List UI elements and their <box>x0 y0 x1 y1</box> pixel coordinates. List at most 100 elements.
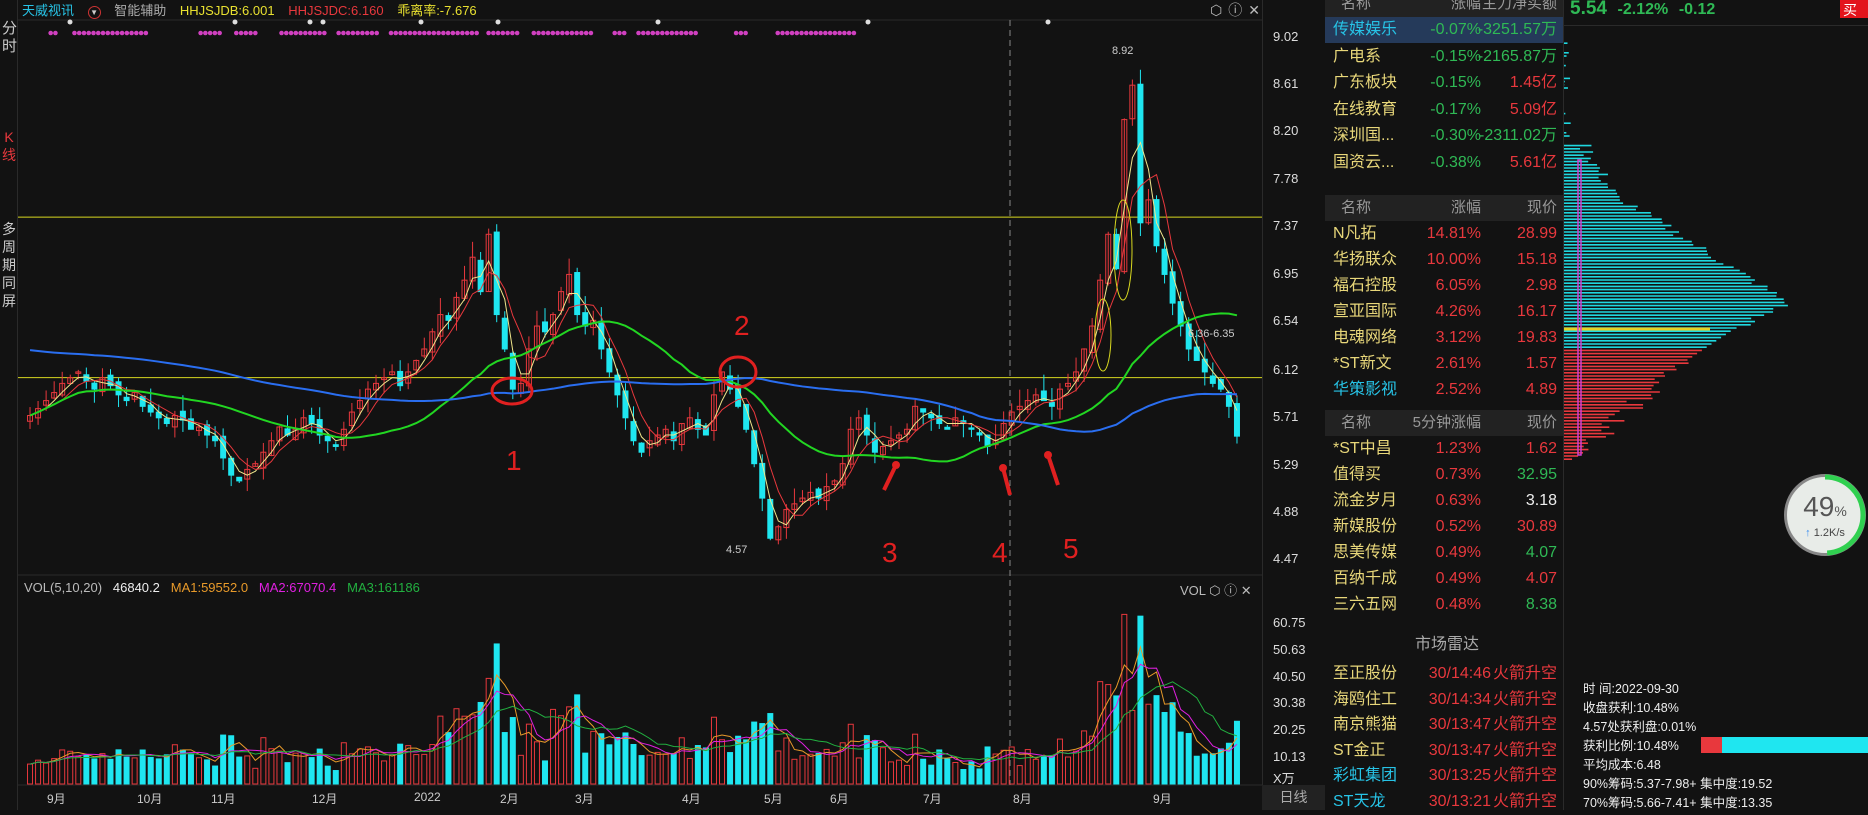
period-button[interactable]: 日线 <box>1262 785 1325 810</box>
signal-dot <box>550 30 556 36</box>
stock-price: 28.99 <box>1516 225 1557 242</box>
signal-dot <box>293 30 299 36</box>
sector-row[interactable]: 广电系 -0.15% -2165.87万 <box>1325 44 1563 70</box>
volume-tick: 20.25 <box>1273 722 1306 738</box>
stock-name: 宣亚国际 <box>1333 303 1398 320</box>
stock-price: 4.89 <box>1525 381 1557 398</box>
volume-bar <box>324 765 331 785</box>
volume-bar <box>646 754 653 785</box>
signal-dot <box>674 30 679 36</box>
signal-dot <box>393 30 399 36</box>
tab-fenshi[interactable]: 分时 <box>2 20 17 56</box>
annotation-number: 3 <box>882 537 898 568</box>
five-min-row[interactable]: 新媒股份 0.52% 30.89 <box>1325 514 1563 540</box>
price-axis: 9.02 8.61 8.20 7.78 7.37 6.95 6.54 6.12 5.71 5.29… <box>1262 0 1325 786</box>
gainer-row[interactable]: N凡拓 14.81% 28.99 <box>1325 221 1563 247</box>
five-min-row[interactable]: 值得买 0.73% 32.95 <box>1325 462 1563 488</box>
five-min-row[interactable]: 三六五网 0.48% 8.38 <box>1325 592 1563 618</box>
speed-widget[interactable]: 49% ↑ 1.2K/s <box>1784 474 1866 556</box>
gainer-row[interactable]: 宣亚国际 4.26% 16.17 <box>1325 299 1563 325</box>
sector-row[interactable]: 深圳国... -0.30% -2311.02万 <box>1325 123 1563 149</box>
volume-bar <box>582 752 589 785</box>
signal-dot <box>345 30 351 36</box>
help-icon[interactable]: ⓘ <box>1224 583 1237 598</box>
five-min-row[interactable]: 百纳千成 0.49% 4.07 <box>1325 566 1563 592</box>
volume-bar <box>1201 753 1208 785</box>
radar-row[interactable]: 南京熊猫 30/13:47 火箭升空 <box>1325 712 1563 738</box>
stock-price: 30.89 <box>1516 518 1557 535</box>
volume-bar <box>960 768 967 785</box>
chip-70: 70%筹码:5.66-7.41+ 集中度:13.35 <box>1583 796 1773 810</box>
settings-icon[interactable]: ⬡ <box>1209 583 1220 598</box>
volume-bar <box>276 750 283 785</box>
sector-name: 深圳国... <box>1333 127 1395 144</box>
stock-name: 海鸥住工 <box>1333 690 1398 708</box>
widget-percent: 49% <box>1803 491 1847 522</box>
signal-dot <box>804 30 809 36</box>
signal-dot <box>733 30 739 36</box>
volume-bar <box>107 758 114 785</box>
ma10-line <box>29 173 1238 516</box>
tab-kline[interactable]: K线 <box>2 128 16 164</box>
stock-change: 2.61% <box>1435 355 1481 372</box>
signal-dot <box>115 30 120 36</box>
radar-row[interactable]: 至正股份 30/14:46 火箭升空 <box>1325 661 1563 687</box>
radar-row[interactable]: ST天龙 30/13:21 火箭升空 <box>1325 789 1563 815</box>
sector-name: 广电系 <box>1333 47 1382 65</box>
chip-profit-at: 4.57处获利盘:0.01% <box>1583 720 1697 734</box>
signal-dot <box>253 30 258 36</box>
sector-change: -0.30% <box>1430 127 1481 144</box>
sector-row[interactable]: 国资云... -0.38% 5.61亿 <box>1325 150 1563 176</box>
stock-price: 1.62 <box>1525 440 1557 457</box>
close-icon[interactable]: ✕ <box>1241 583 1252 598</box>
volume-tick: 10.13 <box>1273 749 1306 765</box>
volume-bar <box>622 732 629 785</box>
candle <box>630 421 637 442</box>
sector-flow: 1.45亿 <box>1509 74 1557 91</box>
stock-name: 三六五网 <box>1333 596 1398 613</box>
signal-dot <box>422 30 427 36</box>
volume-bar <box>195 757 202 785</box>
volume-bar <box>775 750 782 785</box>
signal-dot <box>238 30 244 36</box>
kline-chart[interactable]: 1 2 3 4 5 8.92 4.57 6.36-6.35 <box>18 0 1262 810</box>
signal-dot <box>545 30 551 36</box>
volume-bar <box>244 755 251 785</box>
signal-dot <box>474 30 479 36</box>
gainer-row[interactable]: 电魂网络 3.12% 19.83 <box>1325 325 1563 351</box>
radar-row[interactable]: 海鸥住工 30/14:34 火箭升空 <box>1325 687 1563 713</box>
tab-multi-period[interactable]: 多周期同屏 <box>2 220 16 310</box>
volume-bar <box>654 751 661 785</box>
gainer-row[interactable]: 华策影视 2.52% 4.89 <box>1325 377 1563 403</box>
sector-row[interactable]: 传媒娱乐 -0.07% -3251.57万 <box>1325 17 1563 43</box>
sector-row[interactable]: 广东板块 -0.15% 1.45亿 <box>1325 70 1563 96</box>
sector-row[interactable]: 在线教育 -0.17% 5.09亿 <box>1325 97 1563 123</box>
signal-dot <box>388 30 394 36</box>
volume-bar <box>1161 711 1168 785</box>
radar-row[interactable]: ST金正 30/13:47 火箭升空 <box>1325 738 1563 764</box>
radar-row[interactable]: 彩虹集团 30/13:25 火箭升空 <box>1325 763 1563 789</box>
signal-dot <box>303 30 308 36</box>
gainer-row[interactable]: 福石控股 6.05% 2.98 <box>1325 273 1563 299</box>
left-tab-strip: 分时 K线 多周期同屏 <box>0 0 18 810</box>
signal-dot <box>129 30 134 36</box>
volume-bar <box>1016 765 1023 785</box>
volume-bar <box>694 745 701 785</box>
volume-bar <box>710 716 717 785</box>
candle <box>139 395 146 407</box>
signal-star <box>865 19 871 25</box>
list-header: 名称 涨幅 现价 <box>1325 195 1563 221</box>
gainer-row[interactable]: *ST新文 2.61% 1.57 <box>1325 351 1563 377</box>
five-min-row[interactable]: 流金岁月 0.63% 3.18 <box>1325 488 1563 514</box>
date-label: 6月 <box>830 792 849 806</box>
volume-bar <box>123 756 130 785</box>
five-min-row[interactable]: 思美传媒 0.49% 4.07 <box>1325 540 1563 566</box>
five-min-row[interactable]: *ST中昌 1.23% 1.62 <box>1325 436 1563 462</box>
candle <box>920 408 927 413</box>
volume-bar <box>163 754 170 785</box>
signal-dot <box>53 30 58 36</box>
signal-dot <box>217 30 222 36</box>
gainer-row[interactable]: 华扬联众 10.00% 15.18 <box>1325 247 1563 273</box>
stock-price: 4.07 <box>1525 570 1557 587</box>
date-label: 7月 <box>923 792 942 806</box>
